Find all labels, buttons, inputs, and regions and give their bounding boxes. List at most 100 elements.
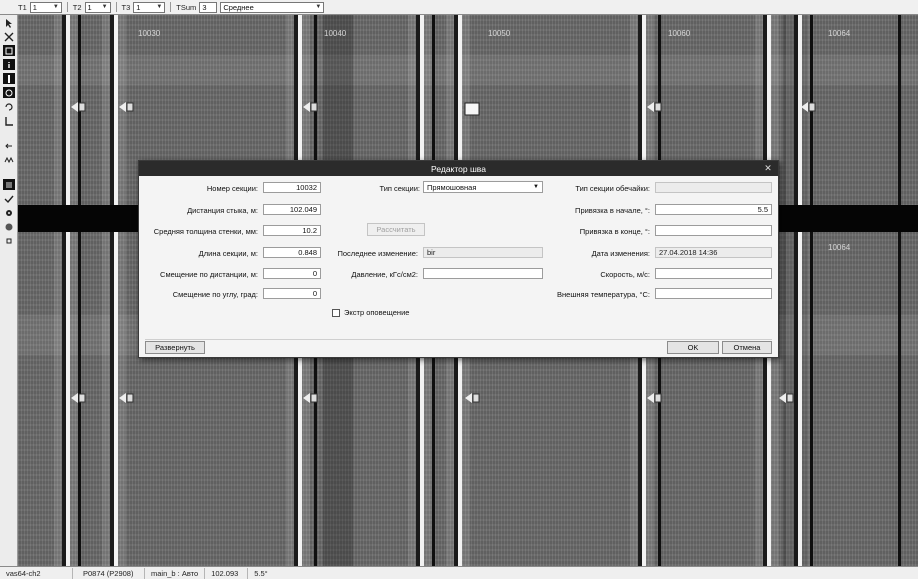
speed-field[interactable] (655, 268, 772, 279)
change-date-label: Дата изменения: (591, 249, 650, 258)
shell-type-label: Тип секции обечайки: (575, 184, 650, 193)
dist-offset-label: Смещение по дистанции, м: (160, 270, 258, 279)
joint-distance-field[interactable]: 102.049 (263, 204, 321, 215)
check-tool-button[interactable] (3, 193, 15, 204)
section-number-value: 10032 (296, 183, 317, 192)
flag-marker-icon (303, 102, 318, 112)
arrow-left-tool-button[interactable] (3, 140, 15, 151)
weld-tool-button[interactable] (2, 73, 15, 84)
t3-value: 1 (136, 2, 141, 12)
chevron-down-icon: ▼ (101, 4, 108, 10)
scan-stripe (810, 15, 813, 566)
tsum-value: 3 (202, 2, 207, 12)
last-change-value: bir (427, 248, 436, 257)
weld-end-label: Привязка в конце, °: (579, 227, 650, 236)
weld-marker[interactable] (464, 392, 480, 404)
expand-button-label: Развернуть (155, 343, 195, 352)
angle-offset-value: 0 (312, 289, 317, 298)
weld-marker[interactable] (118, 392, 134, 404)
section-number-field[interactable]: 10032 (263, 182, 321, 193)
pressure-label: Давление, кГс/см2: (351, 270, 418, 279)
weld-start-value: 5.5 (757, 205, 768, 214)
t1-label: T1 (18, 2, 27, 12)
measure-tool-button[interactable] (3, 115, 15, 126)
change-date-value: 27.04.2018 14:36 (659, 248, 718, 257)
angle-offset-field[interactable]: 0 (263, 288, 321, 299)
info-tool-button[interactable] (2, 59, 15, 70)
flag-marker-icon (465, 393, 480, 403)
weld-marker[interactable] (778, 392, 794, 404)
express-alert-label: Экстр оповещение (344, 308, 410, 317)
weld-marker[interactable] (70, 101, 86, 113)
weld-marker[interactable] (302, 101, 318, 113)
pointer-icon (5, 18, 12, 28)
avg-wall-field[interactable]: 10.2 (263, 225, 321, 236)
flag-marker-icon (647, 393, 662, 403)
signal-tool-button[interactable] (3, 154, 15, 165)
weld-end-field[interactable] (655, 225, 772, 236)
speed-label: Скорость, м/с: (600, 270, 650, 279)
ok-button[interactable]: OK (667, 341, 719, 354)
weld-start-field[interactable]: 5.5 (655, 204, 772, 215)
flag-marker-icon (119, 393, 134, 403)
section-length-field[interactable]: 0.848 (263, 247, 321, 258)
selected-marker-icon (464, 102, 480, 116)
weld-marker[interactable] (646, 101, 662, 113)
flag-marker-icon (303, 393, 318, 403)
top-toolbar: T1 1 ▼ T2 1 ▼ T3 1 ▼ TSum 3 Среднее ▼ (0, 0, 918, 15)
weld-marker[interactable] (118, 101, 134, 113)
t2-value: 1 (87, 2, 92, 12)
averaging-mode-select[interactable]: Среднее ▼ (220, 1, 325, 13)
status-marker: P0874 (P2908) (73, 567, 145, 579)
pointer-tool-button[interactable] (3, 17, 15, 28)
extra-tool-button[interactable] (3, 235, 15, 246)
dist-offset-field[interactable]: 0 (263, 268, 321, 279)
weld-marker[interactable] (464, 102, 480, 116)
weld-marker[interactable] (646, 392, 662, 404)
section-number-label: Номер секции: (206, 184, 258, 193)
angle-offset-label: Смещение по углу, град: (172, 290, 258, 299)
pressure-field[interactable] (423, 268, 543, 279)
weld-marker[interactable] (800, 101, 816, 113)
recalculate-button[interactable]: Рассчитать (367, 223, 425, 236)
globe-tool-button[interactable] (3, 221, 15, 232)
close-icon: ✕ (764, 162, 772, 173)
weld-marker[interactable] (302, 392, 318, 404)
chevron-down-icon: ▼ (156, 4, 163, 10)
rotate-tool-button[interactable] (3, 101, 15, 112)
weld-icon (7, 74, 10, 83)
rotate-icon (4, 102, 13, 111)
dialog-title-bar: Редактор шва ✕ (139, 161, 778, 176)
ruler-icon (4, 116, 13, 126)
mark-tool-button[interactable] (2, 45, 15, 56)
status-bar: vas64-ch2 P0874 (P2908) main_b : Авто 10… (0, 566, 918, 579)
settings-tool-button[interactable] (3, 207, 15, 218)
left-tool-strip (0, 15, 18, 566)
t1-select[interactable]: 1 ▼ (29, 1, 62, 13)
weld-marker[interactable] (70, 392, 86, 404)
section-length-label: Длина секции, м: (198, 249, 258, 258)
cancel-button[interactable]: Отмена (722, 341, 772, 354)
scissors-icon (4, 32, 13, 41)
gear-icon (5, 209, 12, 216)
checkbox-box[interactable] (332, 308, 340, 317)
joint-distance-label: Дистанция стыка, м: (187, 206, 258, 215)
joint-distance-value: 102.049 (289, 205, 317, 214)
palette-tool-button[interactable] (2, 179, 15, 190)
cut-tool-button[interactable] (3, 31, 15, 42)
ok-button-label: OK (687, 343, 699, 352)
close-button[interactable]: ✕ (762, 162, 774, 174)
outer-temp-field[interactable] (655, 288, 772, 299)
tsum-select[interactable]: 3 (199, 1, 218, 13)
check-icon (4, 195, 14, 203)
t3-select[interactable]: 1 ▼ (133, 1, 166, 13)
toolbar-divider (115, 2, 117, 12)
expand-button[interactable]: Развернуть (145, 341, 205, 354)
feature-tool-button[interactable] (2, 87, 15, 98)
feature-icon (5, 89, 12, 96)
express-alert-checkbox[interactable]: Экстр оповещение (332, 308, 409, 317)
chevron-down-icon: ▼ (315, 4, 322, 10)
section-type-select[interactable]: Прямошовная ▼ (423, 181, 543, 193)
status-angle: 5.5° (254, 568, 268, 578)
t2-select[interactable]: 1 ▼ (84, 1, 111, 13)
